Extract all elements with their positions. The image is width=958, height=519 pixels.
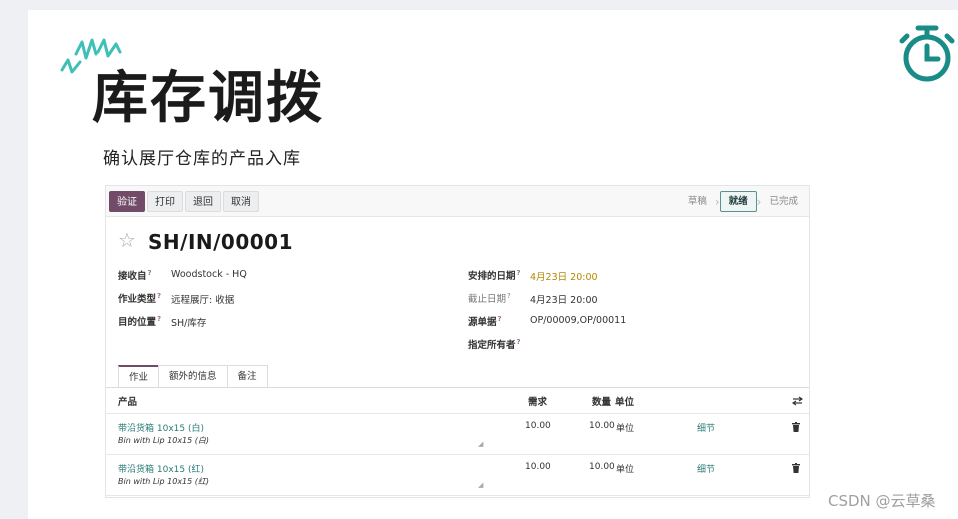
help-icon[interactable]: ?: [498, 315, 502, 323]
row-divider: [106, 495, 809, 496]
field-receive-from[interactable]: Woodstock - HQ: [171, 269, 247, 280]
column-header-quantity[interactable]: 数量: [592, 394, 611, 408]
column-header-unit[interactable]: 单位: [615, 394, 634, 408]
trash-icon[interactable]: [792, 463, 800, 473]
control-panel: 验证 打印 退回 取消 草稿 › 就绪 › 已完成: [106, 186, 809, 217]
table-row-demand: 10.00: [525, 462, 551, 472]
column-header-demand[interactable]: 需求: [528, 394, 547, 408]
help-icon[interactable]: ?: [157, 315, 161, 323]
status-done[interactable]: 已完成: [761, 192, 806, 211]
tab-operations[interactable]: 作业: [118, 365, 160, 387]
help-icon[interactable]: ?: [157, 292, 161, 300]
field-destination[interactable]: SH/库存: [171, 315, 206, 329]
resize-handle-icon[interactable]: ◢: [478, 481, 483, 489]
status-separator: ›: [714, 194, 720, 209]
row-divider: [106, 454, 809, 455]
table-row-quantity[interactable]: 10.00: [589, 462, 615, 472]
field-label-receive-from: 接收自?: [118, 268, 152, 282]
watermark: CSDN @云草桑: [828, 492, 936, 510]
row-divider: [106, 413, 809, 414]
resize-handle-icon[interactable]: ◢: [478, 440, 483, 448]
details-button[interactable]: 细节: [697, 462, 715, 475]
field-deadline[interactable]: 4月23日 20:00: [530, 292, 598, 306]
help-icon[interactable]: ?: [148, 269, 152, 277]
field-label-deadline: 截止日期?: [468, 291, 511, 305]
cancel-button[interactable]: 取消: [223, 191, 259, 212]
help-icon[interactable]: ?: [507, 292, 511, 300]
tab-extra-info[interactable]: 额外的信息: [158, 365, 228, 387]
action-buttons: 验证 打印 退回 取消: [109, 191, 259, 212]
details-button[interactable]: 细节: [697, 421, 715, 434]
table-row-unit: 单位: [616, 465, 635, 475]
help-icon[interactable]: ?: [517, 269, 521, 277]
field-label-scheduled-date: 安排的日期?: [468, 268, 521, 282]
table-row-product[interactable]: 带沿货箱 10x15 (红): [118, 462, 204, 475]
table-row-demand: 10.00: [525, 421, 551, 431]
star-icon[interactable]: ☆: [118, 228, 136, 252]
field-label-source-document: 源单据?: [468, 314, 502, 328]
record-reference: SH/IN/00001: [148, 230, 294, 254]
notebook-tabs: 作业 额外的信息 备注: [118, 365, 268, 387]
field-scheduled-date[interactable]: 4月23日 20:00: [530, 269, 598, 283]
field-label-assign-owner: 指定所有者?: [468, 337, 521, 351]
stopwatch-icon: [899, 25, 955, 82]
trash-icon[interactable]: [792, 422, 800, 432]
field-operation-type[interactable]: 远程展厅: 收据: [171, 292, 234, 306]
status-bar: 草稿 › 就绪 › 已完成: [680, 191, 806, 212]
status-draft[interactable]: 草稿: [680, 192, 715, 211]
tab-notes[interactable]: 备注: [226, 365, 268, 387]
status-ready[interactable]: 就绪: [719, 191, 757, 212]
help-icon[interactable]: ?: [517, 338, 521, 346]
odoo-transfer-form: 验证 打印 退回 取消 草稿 › 就绪 › 已完成 ☆ SH/IN/00001 …: [105, 185, 810, 498]
tabs-divider: [106, 387, 809, 388]
validate-button[interactable]: 验证: [109, 191, 145, 212]
return-button[interactable]: 退回: [185, 191, 221, 212]
table-row-description[interactable]: Bin with Lip 10x15 (白): [118, 435, 209, 446]
table-row-unit: 单位: [616, 424, 635, 434]
column-header-product[interactable]: 产品: [118, 394, 137, 408]
table-row-product[interactable]: 带沿货箱 10x15 (白): [118, 421, 204, 434]
field-label-destination: 目的位置?: [118, 314, 162, 328]
table-row-quantity[interactable]: 10.00: [589, 421, 615, 431]
slide-subtitle: 确认展厅仓库的产品入库: [103, 149, 301, 169]
column-settings-icon[interactable]: [792, 396, 803, 406]
field-source-document[interactable]: OP/00009,OP/00011: [530, 315, 626, 326]
slide-title: 库存调拨: [92, 66, 324, 131]
table-row-description[interactable]: Bin with Lip 10x15 (红): [118, 476, 209, 487]
print-button[interactable]: 打印: [147, 191, 183, 212]
field-label-operation-type: 作业类型?: [118, 291, 162, 305]
form-sheet: ☆ SH/IN/00001 接收自? Woodstock - HQ 作业类型? …: [106, 218, 809, 499]
